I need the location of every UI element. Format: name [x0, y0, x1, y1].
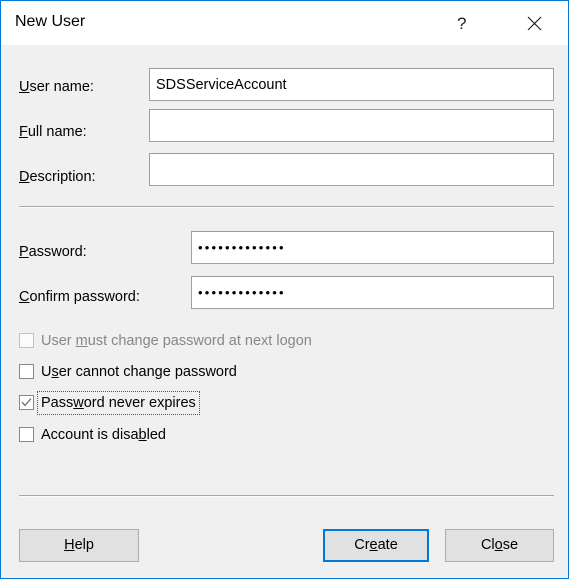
confirm-password-input[interactable] — [191, 276, 554, 309]
new-user-dialog: New User ? User name: Full name: Descrip… — [0, 0, 569, 579]
checkmark-icon — [21, 398, 32, 407]
title-bar: New User ? — [1, 1, 568, 45]
section-divider-bottom — [19, 495, 554, 497]
checkbox-label-account-disabled: Account is disabled — [41, 427, 166, 443]
full-name-label: Full name: — [19, 124, 87, 140]
close-icon — [527, 16, 541, 31]
checkbox-label-cannot-change-password: User cannot change password — [41, 364, 237, 380]
checkbox-label-must-change-password: User must change password at next logon — [41, 333, 312, 349]
description-label: Description: — [19, 169, 96, 185]
close-action-button[interactable]: Close — [445, 529, 554, 562]
password-label: Password: — [19, 244, 87, 260]
help-button[interactable]: ? — [448, 9, 478, 37]
confirm-password-label: Confirm password: — [19, 289, 140, 305]
user-name-input[interactable] — [149, 68, 554, 101]
description-input[interactable] — [149, 153, 554, 186]
close-button[interactable] — [519, 9, 549, 37]
checkbox-account-disabled[interactable] — [19, 427, 34, 442]
help-action-button[interactable]: Help — [19, 529, 139, 562]
checkbox-must-change-password[interactable] — [19, 333, 34, 348]
user-name-label: User name: — [19, 79, 94, 95]
checkbox-password-never-expires[interactable] — [19, 395, 34, 410]
checkbox-label-password-never-expires: Password never expires — [37, 391, 200, 415]
section-divider-top — [19, 206, 554, 208]
full-name-input[interactable] — [149, 109, 554, 142]
checkbox-cannot-change-password[interactable] — [19, 364, 34, 379]
page-title: New User — [15, 13, 86, 30]
dialog-body: User name: Full name: Description: Passw… — [1, 45, 568, 578]
create-button[interactable]: Create — [323, 529, 429, 562]
svg-text:?: ? — [457, 14, 466, 33]
password-input[interactable] — [191, 231, 554, 264]
question-mark-icon: ? — [457, 14, 466, 33]
